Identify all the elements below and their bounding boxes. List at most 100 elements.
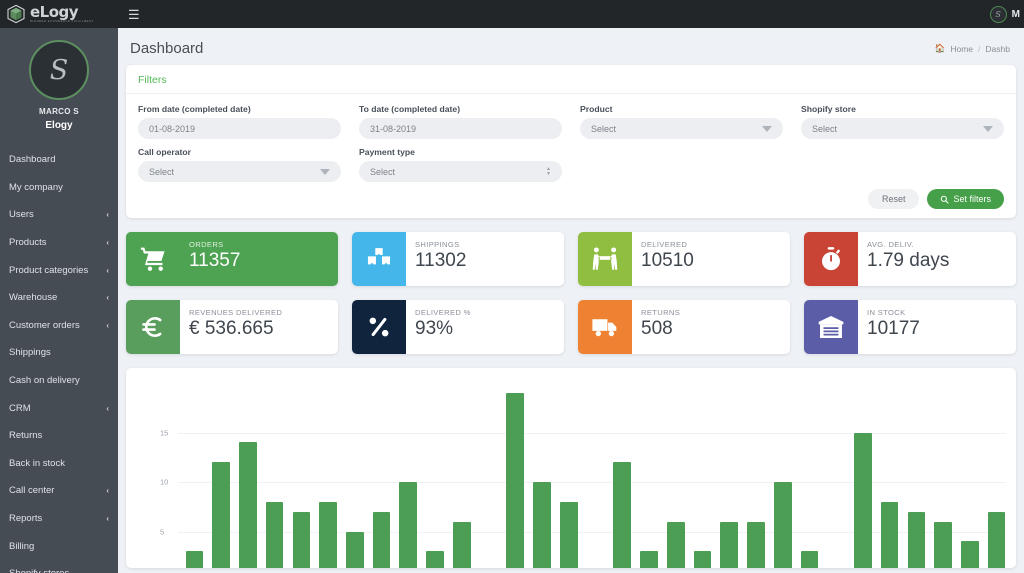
chevron-left-icon: ‹ xyxy=(106,210,109,220)
sidebar-item-label: Shopify stores xyxy=(9,568,109,573)
chart-bar[interactable] xyxy=(185,551,204,568)
chart-bar[interactable] xyxy=(987,511,1006,568)
app-logo[interactable]: eLogy BLENDED ECOMMERCE FULFILMENT xyxy=(0,0,110,28)
chart-bar[interactable] xyxy=(666,521,685,568)
select-dropdown[interactable]: Select xyxy=(580,118,783,139)
stat-card-delivered-[interactable]: DELIVERED % 93% xyxy=(352,300,564,354)
sidebar-item-label: Reports xyxy=(9,513,43,525)
sidebar-item-warehouse[interactable]: Warehouse ‹ xyxy=(0,284,118,312)
chart-bar[interactable] xyxy=(292,511,311,568)
filter-field-shopify-store: Shopify store Select xyxy=(801,104,1004,139)
filter-value: Select xyxy=(591,123,617,134)
chart-bar[interactable] xyxy=(399,482,418,568)
top-user-menu[interactable]: S M xyxy=(989,5,1024,23)
sidebar-item-label: Products xyxy=(9,237,47,249)
chart-y-tick-label: 15 xyxy=(160,428,169,437)
select-dropdown[interactable]: Select xyxy=(138,161,341,182)
stat-card-shippings[interactable]: SHIPPINGS 11302 xyxy=(352,232,564,286)
stat-card-returns[interactable]: RETURNS 508 xyxy=(578,300,790,354)
stat-card-body: RETURNS 508 xyxy=(632,300,790,354)
stat-card-value: 10177 xyxy=(867,318,920,339)
chart-bar[interactable] xyxy=(961,541,979,568)
sidebar-item-crm[interactable]: CRM ‹ xyxy=(0,394,118,422)
date-input[interactable]: 31-08-2019 xyxy=(359,118,562,139)
stat-card-orders[interactable]: ORDERS 11357 xyxy=(126,232,338,286)
stat-card-revenues-delivered[interactable]: REVENUES DELIVERED € 536.665 xyxy=(126,300,338,354)
sidebar-item-customer-orders[interactable]: Customer orders ‹ xyxy=(0,312,118,340)
sidebar-item-returns[interactable]: Returns xyxy=(0,422,118,450)
chart-bar[interactable] xyxy=(854,432,872,568)
filter-field-payment-type: Payment type Select ▲ ▼ xyxy=(359,147,562,182)
sidebar-item-users[interactable]: Users ‹ xyxy=(0,201,118,229)
sidebar-item-label: Users xyxy=(9,209,34,221)
chart-bar[interactable] xyxy=(265,501,284,568)
chevron-left-icon: ‹ xyxy=(106,486,109,496)
chart-bar[interactable] xyxy=(934,521,952,568)
sidebar-item-label: Warehouse xyxy=(9,292,58,304)
stat-card-avg-deliv-[interactable]: AVG. DELIV. 1.79 days xyxy=(804,232,1016,286)
sidebar-item-billing[interactable]: Billing xyxy=(0,532,118,560)
stat-card-value: 11357 xyxy=(189,250,241,271)
sidebar-item-label: Shippings xyxy=(9,347,51,359)
chart-bar[interactable] xyxy=(212,462,230,568)
chart-bar[interactable] xyxy=(880,501,899,568)
breadcrumb-home[interactable]: Home xyxy=(950,44,973,54)
filter-label: Shopify store xyxy=(801,104,856,114)
chart-y-tick-label: 5 xyxy=(160,527,165,536)
chart-bar[interactable] xyxy=(693,551,712,568)
chart-bar[interactable] xyxy=(773,482,792,568)
chart-bar[interactable] xyxy=(747,521,765,568)
set-filters-button[interactable]: Set filters xyxy=(927,189,1004,209)
reset-button[interactable]: Reset xyxy=(867,189,920,209)
sidebar-item-my-company[interactable]: My company xyxy=(0,174,118,202)
sidebar-item-back-in-stock[interactable]: Back in stock xyxy=(0,450,118,478)
chart-bar[interactable] xyxy=(372,511,391,568)
stat-card-delivered[interactable]: DELIVERED 10510 xyxy=(578,232,790,286)
chart-bar[interactable] xyxy=(907,511,926,568)
chart-bar[interactable] xyxy=(426,551,444,568)
chart-bar[interactable] xyxy=(720,521,739,568)
chevron-left-icon: ‹ xyxy=(106,293,109,303)
stat-card-label: ORDERS xyxy=(189,240,224,249)
chart-bar[interactable] xyxy=(800,551,819,568)
stat-card-value: € 536.665 xyxy=(189,318,274,339)
sidebar-item-shopify-stores[interactable]: Shopify stores xyxy=(0,560,118,573)
delivery-people-icon xyxy=(578,232,632,286)
chevron-left-icon: ‹ xyxy=(106,320,109,330)
warehouse-icon xyxy=(804,300,858,354)
sidebar-item-products[interactable]: Products ‹ xyxy=(0,229,118,257)
stat-card-label: DELIVERED % xyxy=(415,308,471,317)
sidebar-item-product-categories[interactable]: Product categories ‹ xyxy=(0,256,118,284)
sidebar-item-cash-on-delivery[interactable]: Cash on delivery xyxy=(0,367,118,395)
sidebar-item-shippings[interactable]: Shippings xyxy=(0,339,118,367)
breadcrumb-separator: / xyxy=(978,43,981,54)
hamburger-icon[interactable]: ☰ xyxy=(128,8,140,21)
search-icon xyxy=(941,195,950,204)
chart-bar[interactable] xyxy=(319,501,337,568)
stat-card-value: 508 xyxy=(641,318,673,339)
filter-value: 01-08-2019 xyxy=(149,123,196,134)
filters-panel: Filters From date (completed date) 01-08-… xyxy=(126,65,1016,218)
chart-bar[interactable] xyxy=(613,462,632,568)
chart-bar[interactable] xyxy=(506,392,525,568)
euro-icon xyxy=(126,300,180,354)
date-input[interactable]: 01-08-2019 xyxy=(138,118,341,139)
stat-card-body: IN STOCK 10177 xyxy=(858,300,1016,354)
chart-bar[interactable] xyxy=(640,551,658,568)
sidebar-item-label: Product categories xyxy=(9,264,89,276)
chart-bar[interactable] xyxy=(533,482,551,568)
select-dropdown[interactable]: Select xyxy=(801,118,1004,139)
top-user-name: M xyxy=(1011,8,1020,20)
chart-bar[interactable] xyxy=(559,501,578,568)
chart-bar[interactable] xyxy=(239,442,257,568)
sidebar-item-dashboard[interactable]: Dashboard xyxy=(0,146,118,174)
stat-card-grid: ORDERS 11357 SHIPPINGS 11302 DELIVERED 10510 A… xyxy=(126,232,1016,354)
stat-card-in-stock[interactable]: IN STOCK 10177 xyxy=(804,300,1016,354)
chart-bar[interactable] xyxy=(345,531,364,568)
chart-plot-area: 5 10 15 xyxy=(126,368,1016,568)
chevron-left-icon: ‹ xyxy=(106,403,109,413)
sidebar-item-call-center[interactable]: Call center ‹ xyxy=(0,477,118,505)
chart-bar[interactable] xyxy=(452,521,471,568)
select-dropdown[interactable]: Select ▲ ▼ xyxy=(359,161,562,182)
sidebar-item-reports[interactable]: Reports ‹ xyxy=(0,505,118,533)
